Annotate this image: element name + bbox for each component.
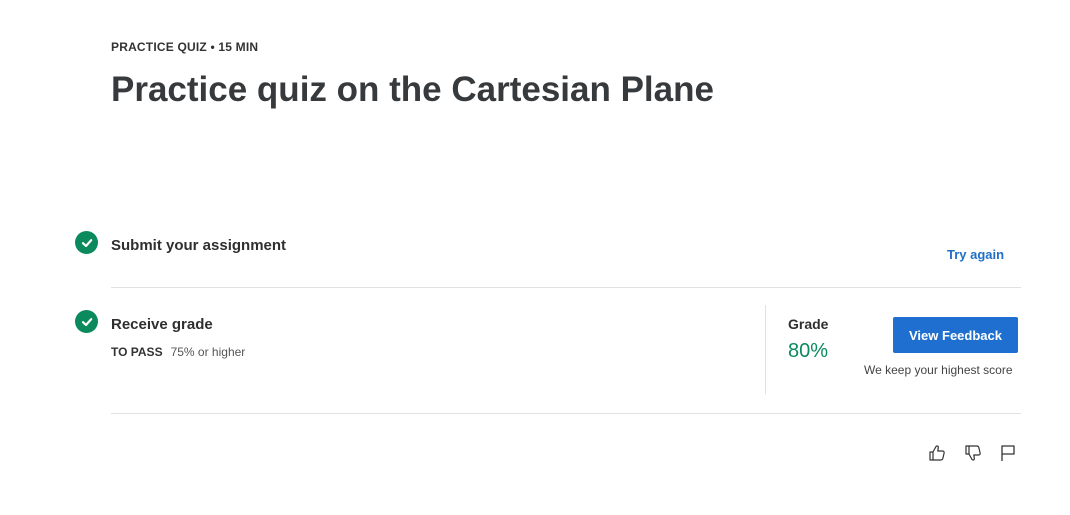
grade-label: Grade <box>788 316 829 332</box>
pass-label: TO PASS <box>111 345 163 359</box>
grade-value: 80% <box>788 340 829 362</box>
thumbs-up-icon[interactable] <box>926 442 948 464</box>
step-submit-title: Submit your assignment <box>111 237 287 254</box>
check-circle-icon <box>75 310 98 333</box>
step-grade-title: Receive grade <box>111 316 213 333</box>
divider <box>111 287 1021 288</box>
quiz-meta: PRACTICE QUIZ • 15 MIN <box>111 40 259 54</box>
check-circle-icon <box>75 231 98 254</box>
try-again-link[interactable]: Try again <box>947 247 1004 262</box>
flag-icon[interactable] <box>997 442 1019 464</box>
thumbs-down-icon[interactable] <box>962 442 984 464</box>
view-feedback-button[interactable]: View Feedback <box>893 317 1018 353</box>
pass-value: 75% or higher <box>170 345 246 359</box>
page-title: Practice quiz on the Cartesian Plane <box>111 70 714 109</box>
divider <box>111 413 1021 414</box>
highest-score-note: We keep your highest score <box>864 363 1013 377</box>
vertical-divider <box>765 305 766 394</box>
quiz-page: PRACTICE QUIZ • 15 MIN Practice quiz on … <box>0 0 1070 515</box>
pass-requirement: TO PASS 75% or higher <box>111 345 245 359</box>
